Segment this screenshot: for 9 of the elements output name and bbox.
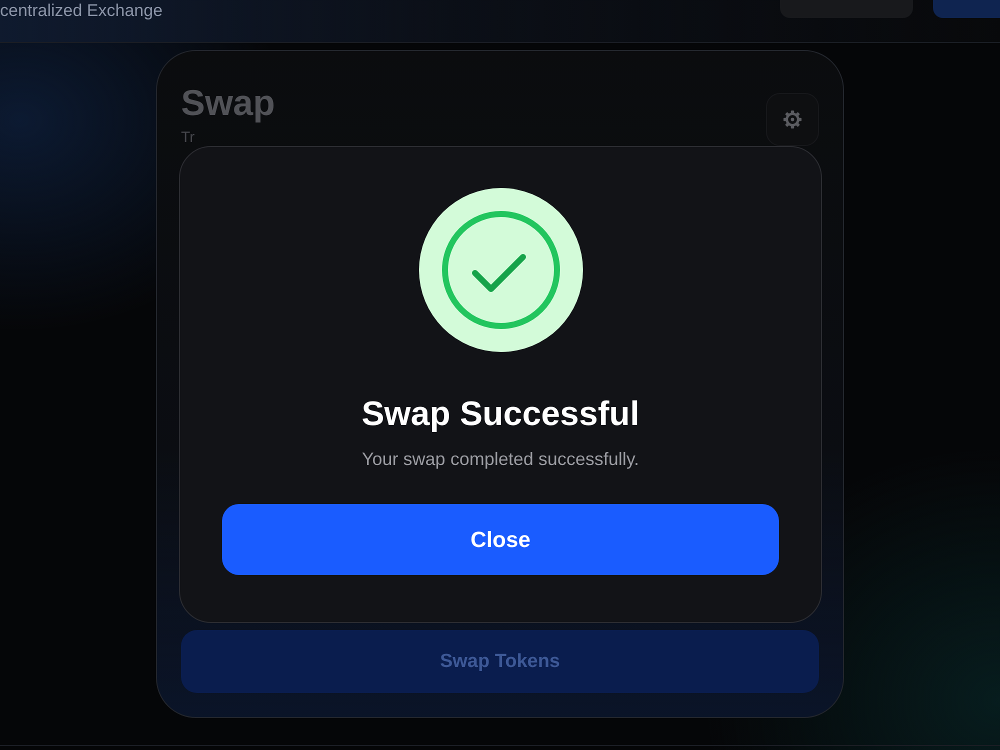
settings-icon — [783, 110, 802, 129]
app-title: centralized Exchange — [0, 1, 163, 21]
card-subtitle: Tr — [181, 129, 195, 146]
settings-button[interactable] — [766, 93, 819, 146]
dialog-title: Swap Successful — [362, 394, 640, 434]
dialog-message: Your swap completed successfully. — [362, 448, 640, 470]
card-title: Swap — [181, 81, 276, 125]
success-check-icon — [418, 188, 582, 352]
close-button[interactable]: Close — [222, 504, 779, 575]
